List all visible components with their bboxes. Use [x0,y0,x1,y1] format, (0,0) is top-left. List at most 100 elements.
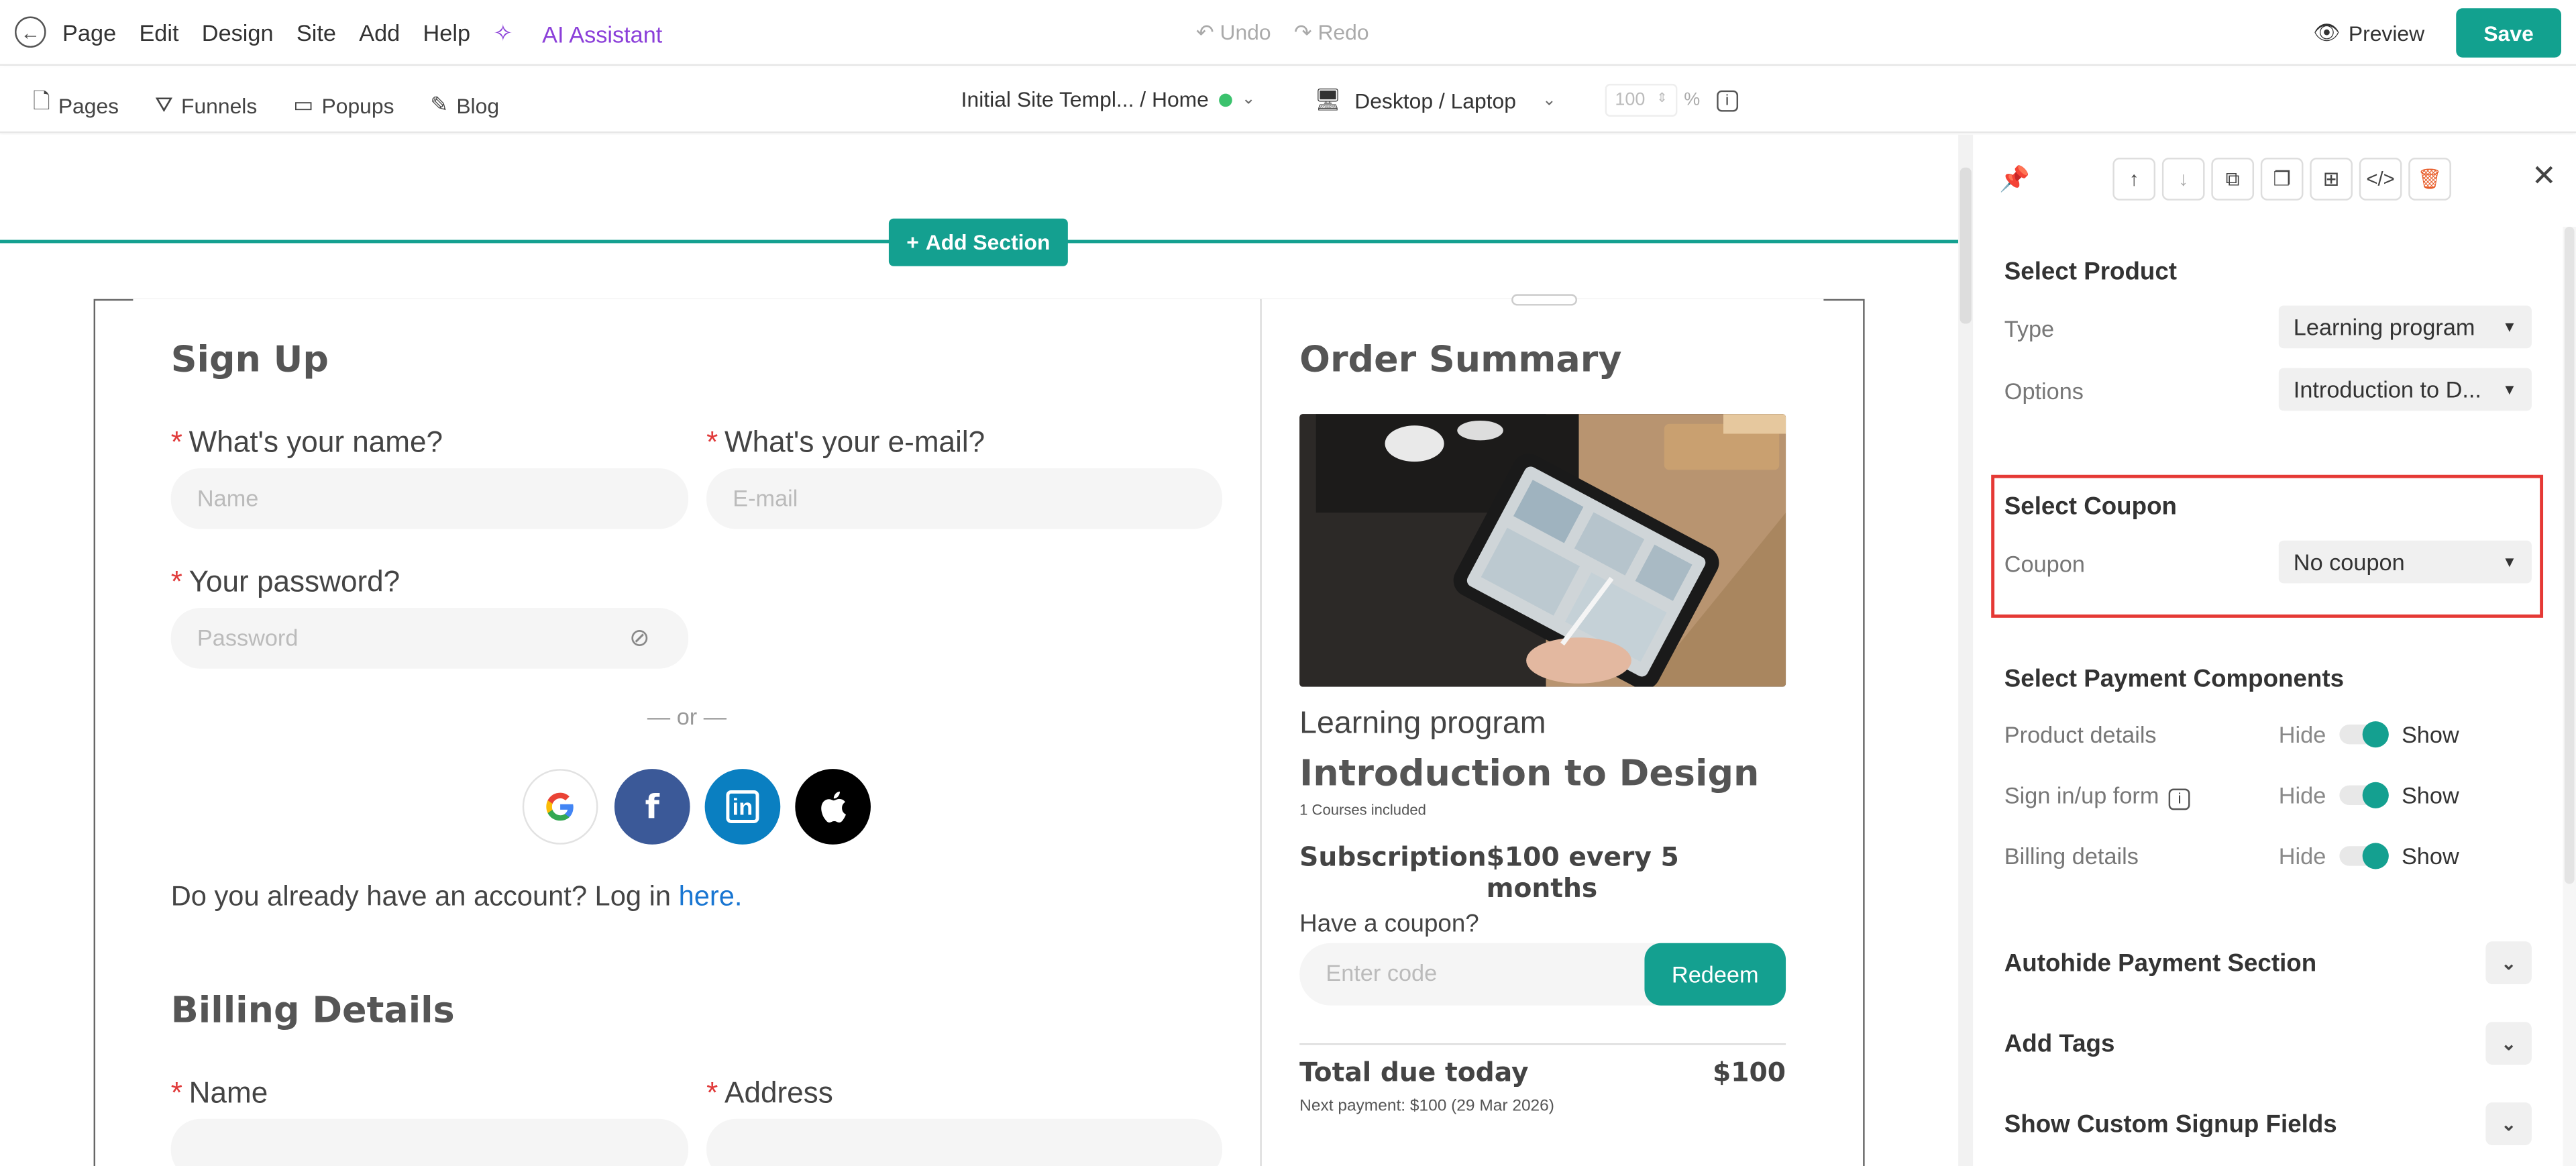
product-details-toggle[interactable]: Hide Show [2278,721,2459,748]
select-coupon-heading: Select Coupon [2004,492,2177,521]
chevron-down-icon[interactable]: ⌄ [2485,941,2532,984]
toggle-knob [2362,782,2389,808]
chevron-down-icon[interactable]: ⌄ [2485,1022,2532,1065]
linkedin-login-button[interactable]: in [704,769,781,845]
or-divider: — or — [647,703,727,730]
zoom-unit: % [1684,90,1701,111]
info-icon[interactable]: i [2169,788,2190,810]
menu-design[interactable]: Design [202,19,274,48]
move-down-icon[interactable]: ↓ [2161,158,2205,201]
password-input[interactable]: Password [170,608,689,669]
close-icon[interactable]: ✕ [2532,160,2557,194]
scrollbar-thumb[interactable] [1960,167,1972,324]
preview-label: Preview [2348,20,2425,46]
accordion-title: Show Custom Signup Fields [2004,1110,2337,1138]
menu-add[interactable]: Add [359,19,400,48]
coupon-value: No coupon [2293,548,2405,576]
menu-site[interactable]: Site [297,19,336,48]
login-link[interactable]: here. [679,881,743,912]
chevron-down-icon: ⌄ [1542,91,1556,109]
redeem-button[interactable]: Redeem [1644,943,1786,1006]
hide-label: Hide [2278,782,2326,808]
back-arrow-icon[interactable]: ← [15,16,46,48]
top-toolbar: ← Page Edit Design Site Add Help ✧ AI As… [0,0,2576,66]
clone-icon[interactable]: ⊞ [2310,158,2353,201]
subscription-price: $100 every 5 months [1486,841,1679,904]
facebook-icon: f [645,787,659,827]
toggle-switch[interactable] [2339,843,2389,869]
popup-icon: ▭ [293,92,314,117]
billing-details-label: Billing details [2004,843,2139,869]
code-icon[interactable]: </> [2359,158,2402,201]
info-icon[interactable]: i [1716,89,1738,111]
options-select[interactable]: Introduction to D... ▼ [2278,368,2532,411]
accordion-add-tags[interactable]: Add Tags ⌄ [2004,1022,2532,1065]
preview-button[interactable]: 👁 Preview [2313,19,2424,46]
caret-down-icon: ▼ [2502,381,2517,398]
element-tools: ↑ ↓ ⧉ ❐ ⊞ </> 🗑 [2112,158,2451,201]
product-image [1299,414,1786,687]
save-button[interactable]: Save [2456,8,2561,58]
coupon-label: Coupon [2004,550,2085,577]
nav-blog[interactable]: ✎ Blog [430,87,499,123]
resize-handle[interactable] [1511,294,1578,306]
device-selector[interactable]: 🖥 Desktop / Laptop ⌄ [1314,87,1556,113]
signup-form-toggle[interactable]: Hide Show [2279,782,2459,808]
signup-form-label: Sign in/up form i [2004,782,2190,810]
show-label: Show [2401,843,2459,869]
login-text: Do you already have an account? Log in [170,880,671,912]
options-value: Introduction to D... [2293,376,2481,403]
type-select[interactable]: Learning program ▼ [2278,305,2532,349]
eye-off-icon[interactable]: ⊘ [629,623,650,653]
menu-page[interactable]: Page [62,19,116,48]
pin-icon[interactable]: 📌 [1999,164,2030,194]
billing-name-input[interactable] [170,1118,689,1166]
sidebar-scrollbar-thumb[interactable] [2564,226,2575,884]
billing-title: Billing Details [170,990,455,1032]
monitor-icon: 🖥 [1314,87,1342,112]
copy-icon[interactable]: ⧉ [2211,158,2255,201]
type-value: Learning program [2293,313,2475,340]
page-selector[interactable]: Initial Site Templ... / Home ⌄ [961,87,1256,112]
menu-edit[interactable]: Edit [139,19,178,48]
facebook-login-button[interactable]: f [614,769,690,845]
nav-funnels[interactable]: ⛛ Funnels [155,87,257,123]
billing-details-toggle[interactable]: Hide Show [2279,843,2459,869]
move-up-icon[interactable]: ↑ [2112,158,2156,201]
sidebar-scrollbar[interactable] [2563,226,2576,1166]
accordion-autohide-payment[interactable]: Autohide Payment Section ⌄ [2004,941,2532,984]
add-section-button[interactable]: + Add Section [888,218,1068,266]
nav-popups-label: Popups [321,93,394,118]
chevron-down-icon[interactable]: ⌄ [2485,1102,2532,1145]
accordion-custom-signup-fields[interactable]: Show Custom Signup Fields ⌄ [2004,1102,2532,1145]
canvas-scrollbar[interactable] [1958,134,1974,1166]
stepper-icon[interactable]: ⇕ [1656,91,1667,110]
coupon-select[interactable]: No coupon ▼ [2278,540,2532,584]
nav-pages[interactable]: 🗋 Pages [33,87,119,123]
zoom-input[interactable]: 100 ⇕ [1605,83,1678,117]
google-login-button[interactable] [522,769,598,845]
nav-funnels-label: Funnels [181,93,258,118]
undo-button[interactable]: ↶ Undo [1196,19,1271,46]
total-row: Total due today $100 [1299,1057,1786,1088]
nav-popups[interactable]: ▭ Popups [293,87,394,123]
total-divider [1299,1043,1786,1045]
duplicate-icon[interactable]: ❐ [2260,158,2304,201]
options-label: Options [2004,378,2084,405]
redo-button[interactable]: ↷ Redo [1294,19,1369,46]
menu-help[interactable]: Help [423,19,471,48]
trash-icon[interactable]: 🗑 [2408,158,2451,201]
subscription-label: Subscription [1299,841,1487,873]
toggle-switch[interactable] [2339,721,2389,748]
signup-title: Sign Up [170,339,329,382]
apple-login-button[interactable] [795,769,871,845]
order-summary-title: Order Summary [1299,339,1622,382]
toggle-switch[interactable] [2339,782,2389,808]
accordion-title: Add Tags [2004,1029,2115,1057]
billing-address-input[interactable] [706,1118,1223,1166]
ai-assistant-button[interactable]: ✧ AI Assistant [493,19,685,48]
course-name: Introduction to Design [1299,754,1760,796]
name-input[interactable]: Name [170,468,689,529]
hide-label: Hide [2278,721,2326,748]
email-input[interactable]: E-mail [706,468,1223,529]
